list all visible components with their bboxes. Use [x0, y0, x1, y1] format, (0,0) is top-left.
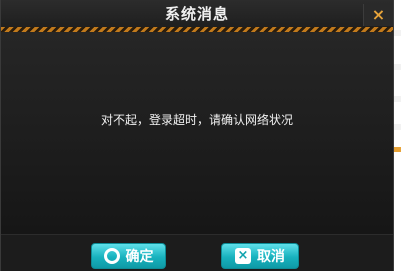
background-tick — [394, 124, 401, 130]
close-button[interactable]: × — [363, 4, 393, 26]
dialog-title: 系统消息 — [164, 5, 229, 23]
dialog-footer: 确定 × 取消 — [1, 234, 393, 271]
background-tick — [394, 30, 401, 36]
dialog-content: 对不起，登录超时，请确认网络状况 — [1, 32, 393, 234]
close-icon: × — [371, 5, 386, 24]
confirm-label: 确定 — [125, 249, 154, 265]
confirm-button[interactable]: 确定 — [91, 243, 166, 269]
cancel-icon: × — [235, 248, 251, 264]
cancel-button[interactable]: × 取消 — [221, 243, 299, 269]
background-tick — [394, 96, 401, 102]
cancel-label: 取消 — [257, 249, 285, 265]
dialog-message: 对不起，登录超时，请确认网络状况 — [100, 113, 293, 127]
background-accent — [394, 147, 401, 152]
confirm-icon — [103, 248, 120, 264]
page: 系统消息 × 对不起，登录超时，请确认网络状况 确定 × 取消 — [0, 0, 401, 271]
background-tick — [394, 64, 401, 70]
system-message-dialog: 系统消息 × 对不起，登录超时，请确认网络状况 确定 × 取消 — [0, 0, 394, 271]
